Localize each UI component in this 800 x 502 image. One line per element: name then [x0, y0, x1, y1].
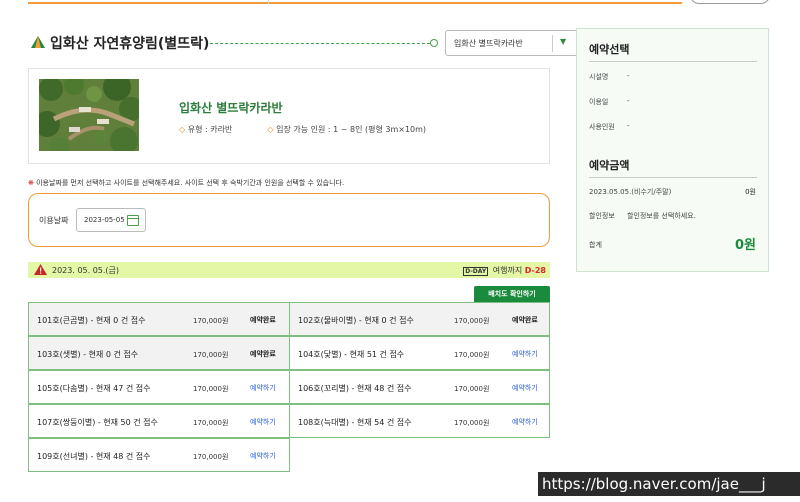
layout-map-button[interactable]: 배치도 확인하기	[474, 286, 550, 302]
room-name: 105호(다솜별) - 현재 47 건 접수	[37, 384, 151, 393]
room-name: 106호(꼬리별) - 현재 48 건 접수	[298, 384, 412, 393]
room-name: 102호(물바이별) - 현재 0 건 접수	[298, 316, 414, 325]
room-cell: 106호(꼬리별) - 현재 48 건 접수 170,000원 예약하기	[289, 370, 550, 404]
dday-prefix: 여행까지	[492, 266, 523, 275]
diamond-icon: ◇	[179, 125, 186, 134]
room-price: 170,000원	[193, 351, 229, 359]
chevron-down-icon[interactable]: ▼	[560, 37, 566, 46]
dday-value: D-28	[524, 266, 546, 275]
top-tab-divider	[268, 0, 269, 4]
room-cell: 103호(샛별) - 현재 0 건 접수 170,000원 예약완료	[28, 336, 290, 370]
room-price: 170,000원	[193, 419, 229, 427]
room-name: 107호(쌍둥이별) - 현재 50 건 접수	[37, 418, 158, 427]
room-cell: 107호(쌍둥이별) - 현재 50 건 접수 170,000원 예약하기	[28, 404, 290, 438]
room-name: 103호(샛별) - 현재 0 건 접수	[37, 350, 139, 359]
asterisk-icon: ❋	[28, 179, 34, 187]
room-cell: 102호(물바이별) - 현재 0 건 접수 170,000원 예약완료	[289, 302, 550, 336]
diamond-icon: ◇	[267, 125, 274, 134]
room-price: 170,000원	[454, 419, 490, 427]
discount-value[interactable]: 할인정보를 선택하세요.	[627, 211, 696, 221]
date-select-box: 이용날짜 2023-05-05	[28, 193, 550, 247]
room-price: 170,000원	[193, 453, 229, 461]
title-dashed-dot	[430, 39, 438, 47]
reservation-select-title: 예약선택	[589, 43, 630, 56]
date-label: 이용날짜	[39, 216, 69, 225]
room-reserve-button[interactable]: 예약하기	[512, 417, 538, 427]
title-row: 입화산 자연휴양림(별뜨락) 입화산 별뜨락카라반 ▼	[28, 30, 578, 56]
room-reserve-button[interactable]: 예약하기	[250, 417, 276, 427]
room-cell: 105호(다솜별) - 현재 47 건 접수 170,000원 예약하기	[28, 370, 290, 404]
site-type: 유형 : 카라반	[187, 125, 233, 134]
top-tab-strip	[28, 0, 682, 4]
facility-value: -	[627, 72, 630, 80]
site-info-card: 입화산 별뜨락카라반 ◇ 유형 : 카라반 ◇ 입장 가능 인원 : 1 ~ 8…	[28, 68, 550, 164]
use-date-value: -	[627, 97, 630, 105]
site-name: 입화산 별뜨락카라반	[179, 101, 283, 115]
top-right-pill-button[interactable]	[690, 0, 770, 4]
room-booked-status: 예약완료	[250, 316, 276, 324]
selected-date: 2023. 05. 05.(금)	[52, 266, 120, 275]
room-price: 170,000원	[454, 351, 490, 359]
dday-counter: D-DAY 여행까지 D-28	[463, 265, 546, 276]
panel-divider	[589, 61, 757, 62]
total-label: 합계	[589, 241, 602, 249]
site-photo	[39, 79, 139, 151]
room-name: 108호(늑대별) - 현재 54 건 접수	[298, 418, 412, 427]
price-row-label: 2023.05.05.(비수기/주말)	[589, 188, 672, 196]
discount-label: 할인정보	[589, 212, 615, 220]
selected-day-bar: 2023. 05. 05.(금) D-DAY 여행까지 D-28	[28, 262, 550, 278]
total-value: 0원	[734, 238, 756, 253]
room-price: 170,000원	[193, 317, 229, 325]
warning-triangle-icon	[34, 264, 47, 275]
room-price: 170,000원	[193, 385, 229, 393]
use-date-label: 이용일	[589, 98, 609, 106]
page-title: 입화산 자연휴양림(별뜨락)	[50, 36, 210, 52]
site-capacity: 입장 가능 인원 : 1 ~ 8인 (평형 3m×10m)	[276, 125, 427, 134]
panel-divider	[589, 177, 757, 178]
calendar-icon[interactable]	[127, 215, 139, 226]
room-reserve-button[interactable]: 예약하기	[512, 383, 538, 393]
room-booked-status: 예약완료	[250, 350, 276, 358]
reservation-summary-panel: 예약선택 시설명 - 이용일 - 사용인원 - 예약금액 2023.05.05.…	[576, 28, 769, 272]
people-label: 사용인원	[589, 123, 615, 131]
room-reserve-button[interactable]: 예약하기	[512, 349, 538, 359]
title-dashed-line	[210, 43, 430, 44]
notice-text: 이용날짜를 먼저 선택하고 사이트를 선택해주세요. 사이트 선택 후 숙박기간…	[36, 179, 345, 187]
site-meta: ◇ 유형 : 카라반 ◇ 입장 가능 인원 : 1 ~ 8인 (평형 3m×10…	[179, 124, 426, 135]
selection-notice: ❋ 이용날짜를 먼저 선택하고 사이트를 선택해주세요. 사이트 선택 후 숙박…	[28, 178, 344, 188]
date-input[interactable]: 2023-05-05	[76, 208, 146, 232]
price-title: 예약금액	[589, 159, 630, 172]
room-price: 170,000원	[454, 385, 490, 393]
room-reserve-button[interactable]: 예약하기	[250, 383, 276, 393]
room-booked-status: 예약완료	[512, 316, 538, 324]
room-cell: 108호(늑대별) - 현재 54 건 접수 170,000원 예약하기	[289, 404, 550, 438]
dday-calendar-icon: D-DAY	[463, 267, 489, 276]
room-price: 170,000원	[454, 317, 490, 325]
room-name: 109호(선녀별) - 현재 48 건 접수	[37, 452, 151, 461]
price-row-value: 0원	[745, 188, 756, 196]
facility-label: 시설명	[589, 73, 609, 81]
site-select-separator	[552, 35, 553, 52]
date-input-value: 2023-05-05	[84, 216, 125, 224]
tent-icon	[31, 36, 45, 48]
blog-watermark: https://blog.naver.com/jae___j	[538, 472, 800, 496]
room-cell: 109호(선녀별) - 현재 48 건 접수 170,000원 예약하기	[28, 438, 290, 472]
room-reserve-button[interactable]: 예약하기	[250, 451, 276, 461]
room-name: 104호(닻별) - 현재 51 건 접수	[298, 350, 405, 359]
people-value: -	[627, 122, 630, 130]
site-select-dropdown[interactable]: 입화산 별뜨락카라반 ▼	[445, 30, 578, 56]
room-cell: 101호(큰곰별) - 현재 0 건 접수 170,000원 예약완료	[28, 302, 290, 336]
room-name: 101호(큰곰별) - 현재 0 건 접수	[37, 316, 146, 325]
room-cell: 104호(닻별) - 현재 51 건 접수 170,000원 예약하기	[289, 336, 550, 370]
site-select-value: 입화산 별뜨락카라반	[454, 39, 523, 48]
